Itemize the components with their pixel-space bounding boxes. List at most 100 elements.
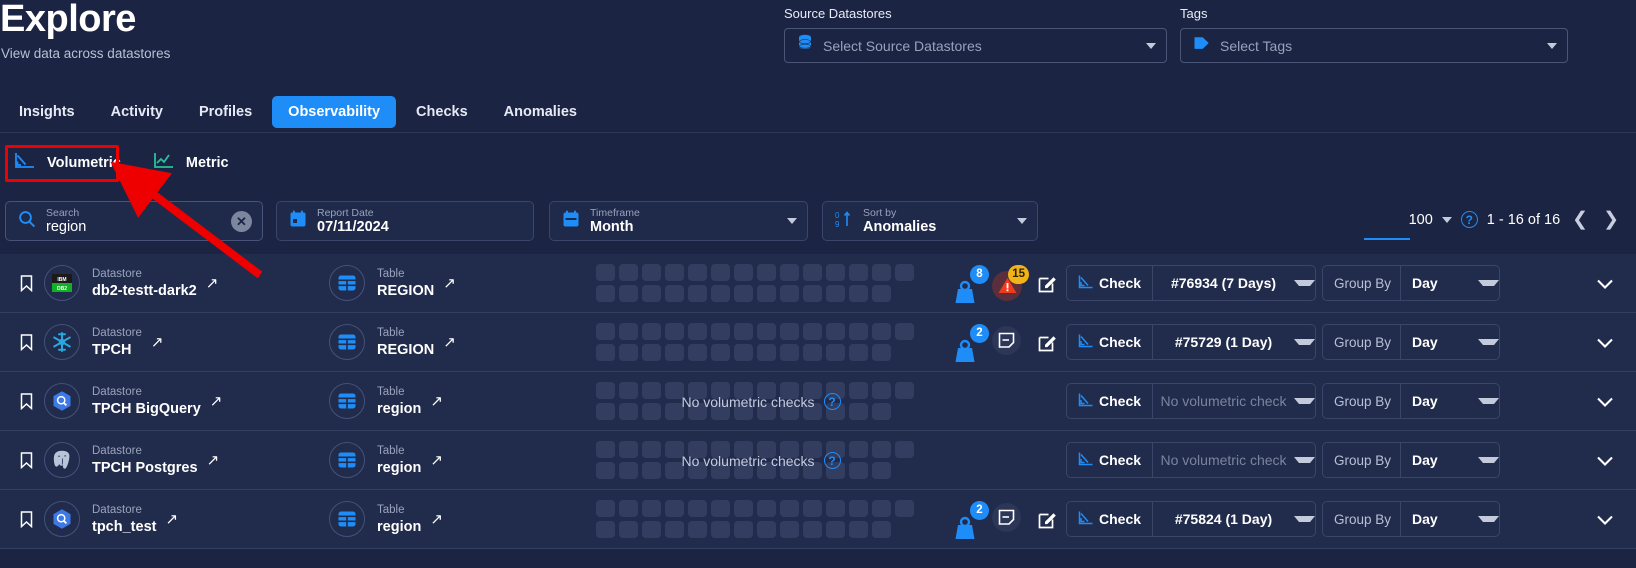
source-datastores-label: Source Datastores: [784, 6, 892, 21]
table-row[interactable]: Datastore TPCH ↗ Table REGION ↗ 2 Check …: [0, 313, 1636, 372]
tab-activity[interactable]: Activity: [95, 96, 179, 128]
external-link-icon[interactable]: ↗: [430, 510, 443, 528]
source-datastores-select[interactable]: Select Source Datastores: [784, 28, 1167, 63]
group-by-select[interactable]: Group By Day: [1322, 383, 1500, 419]
group-by-value: Day: [1412, 334, 1438, 350]
chevron-down-icon[interactable]: [1547, 42, 1557, 49]
external-link-icon[interactable]: ↗: [151, 333, 164, 351]
anomaly-alert-icon[interactable]: 15: [992, 264, 1029, 301]
report-date-value: 07/11/2024: [317, 219, 389, 235]
expand-row-icon[interactable]: [1596, 254, 1614, 313]
page-size-value[interactable]: 100: [1409, 212, 1433, 228]
chart-skeleton: [596, 323, 926, 363]
table-row[interactable]: Datastore TPCH Postgres ↗ Table region ↗…: [0, 431, 1636, 490]
chevron-down-icon[interactable]: [1294, 516, 1315, 522]
chevron-down-icon[interactable]: [1478, 339, 1499, 345]
bookmark-icon[interactable]: [0, 510, 44, 528]
group-by-select[interactable]: Group By Day: [1322, 324, 1500, 360]
check-select[interactable]: Check No volumetric check: [1066, 383, 1316, 419]
bookmark-icon[interactable]: [0, 392, 44, 410]
edit-icon[interactable]: [1038, 510, 1057, 529]
chevron-right-icon[interactable]: ❯: [1600, 208, 1622, 231]
help-icon[interactable]: ?: [823, 452, 841, 469]
bigquery-icon: [44, 383, 80, 419]
external-link-icon[interactable]: ↗: [430, 392, 443, 410]
tab-observability[interactable]: Observability: [272, 96, 397, 128]
chevron-down-icon[interactable]: [787, 218, 797, 224]
sort-by-select[interactable]: 09 Sort by Anomalies: [822, 201, 1038, 241]
subtab-metric[interactable]: Metric: [151, 148, 231, 178]
check-label: Check: [1067, 325, 1154, 359]
expand-row-icon[interactable]: [1596, 313, 1614, 372]
external-link-icon[interactable]: ↗: [210, 392, 223, 410]
chevron-down-icon[interactable]: [1294, 339, 1315, 345]
bookmark-icon[interactable]: [0, 274, 44, 292]
timeframe-select[interactable]: Timeframe Month: [549, 201, 808, 241]
svg-text:DB2: DB2: [57, 286, 67, 292]
help-icon[interactable]: ?: [1460, 211, 1478, 228]
group-by-select[interactable]: Group By Day: [1322, 442, 1500, 478]
help-icon[interactable]: ?: [823, 393, 841, 410]
weight-icon[interactable]: 2: [952, 323, 989, 362]
chevron-down-icon[interactable]: [1146, 42, 1156, 49]
table-icon: [329, 324, 365, 360]
tab-anomalies[interactable]: Anomalies: [488, 96, 593, 128]
tab-checks[interactable]: Checks: [400, 96, 484, 128]
chevron-left-icon[interactable]: ❮: [1569, 208, 1591, 231]
expand-row-icon[interactable]: [1596, 490, 1614, 549]
chevron-down-icon[interactable]: [1294, 457, 1315, 463]
external-link-icon[interactable]: ↗: [443, 333, 456, 351]
tab-profiles[interactable]: Profiles: [183, 96, 268, 128]
chevron-down-icon[interactable]: [1017, 218, 1027, 224]
table-row[interactable]: Datastore tpch_test ↗ Table region ↗ 2 C…: [0, 490, 1636, 549]
clear-icon[interactable]: ✕: [231, 210, 252, 232]
chevron-down-icon[interactable]: [1441, 216, 1452, 223]
tab-insights[interactable]: Insights: [3, 96, 91, 128]
chevron-down-icon[interactable]: [1478, 516, 1499, 522]
expand-row-icon[interactable]: [1596, 372, 1614, 431]
group-by-value: Day: [1412, 511, 1438, 527]
weight-icon[interactable]: 2: [952, 500, 989, 539]
note-icon[interactable]: [992, 325, 1022, 360]
check-value: No volumetric check: [1160, 452, 1287, 468]
chevron-down-icon[interactable]: [1478, 280, 1499, 286]
no-checks-message: No volumetric checks ?: [596, 431, 926, 490]
external-link-icon[interactable]: ↗: [165, 510, 178, 528]
report-date-field[interactable]: Report Date 07/11/2024: [276, 201, 534, 241]
bookmark-icon[interactable]: [0, 333, 44, 351]
group-by-select[interactable]: Group By Day: [1322, 265, 1500, 301]
bookmark-icon[interactable]: [0, 451, 44, 469]
table-row[interactable]: IBM DB2 Datastore db2-testt-dark2 ↗ Table…: [0, 254, 1636, 313]
search-input[interactable]: Search region ✕: [5, 201, 263, 241]
note-icon[interactable]: [992, 502, 1022, 537]
external-link-icon[interactable]: ↗: [430, 451, 443, 469]
check-select[interactable]: Check #75729 (1 Day): [1066, 324, 1316, 360]
chevron-down-icon[interactable]: [1478, 457, 1499, 463]
edit-icon[interactable]: [1038, 274, 1057, 293]
chevron-down-icon[interactable]: [1294, 280, 1315, 286]
group-by-select[interactable]: Group By Day: [1322, 501, 1500, 537]
chevron-down-icon[interactable]: [1478, 398, 1499, 404]
observability-subtabs: Volumetric Metric: [0, 140, 1636, 186]
datastore-cell: Datastore TPCH Postgres ↗: [44, 442, 329, 478]
postgres-icon: [44, 442, 80, 478]
check-select[interactable]: Check No volumetric check: [1066, 442, 1316, 478]
chevron-down-icon[interactable]: [1294, 398, 1315, 404]
volumetric-chart-icon: [14, 152, 36, 174]
group-by-value: Day: [1412, 275, 1438, 291]
weight-icon[interactable]: 8: [952, 264, 989, 303]
datastore-table: IBM DB2 Datastore db2-testt-dark2 ↗ Table…: [0, 254, 1636, 549]
subtab-volumetric[interactable]: Volumetric: [12, 148, 123, 178]
expand-row-icon[interactable]: [1596, 431, 1614, 490]
check-select[interactable]: Check #75824 (1 Day): [1066, 501, 1316, 537]
external-link-icon[interactable]: ↗: [443, 274, 456, 292]
external-link-icon[interactable]: ↗: [207, 451, 220, 469]
table-row[interactable]: Datastore TPCH BigQuery ↗ Table region ↗…: [0, 372, 1636, 431]
calendar-icon: [562, 210, 580, 233]
tags-select[interactable]: Select Tags: [1180, 28, 1568, 63]
external-link-icon[interactable]: ↗: [206, 274, 219, 292]
edit-icon[interactable]: [1038, 333, 1057, 352]
check-select[interactable]: Check #76934 (7 Days): [1066, 265, 1316, 301]
datastore-name: db2-testt-dark2: [92, 282, 197, 299]
search-icon: [18, 210, 36, 233]
